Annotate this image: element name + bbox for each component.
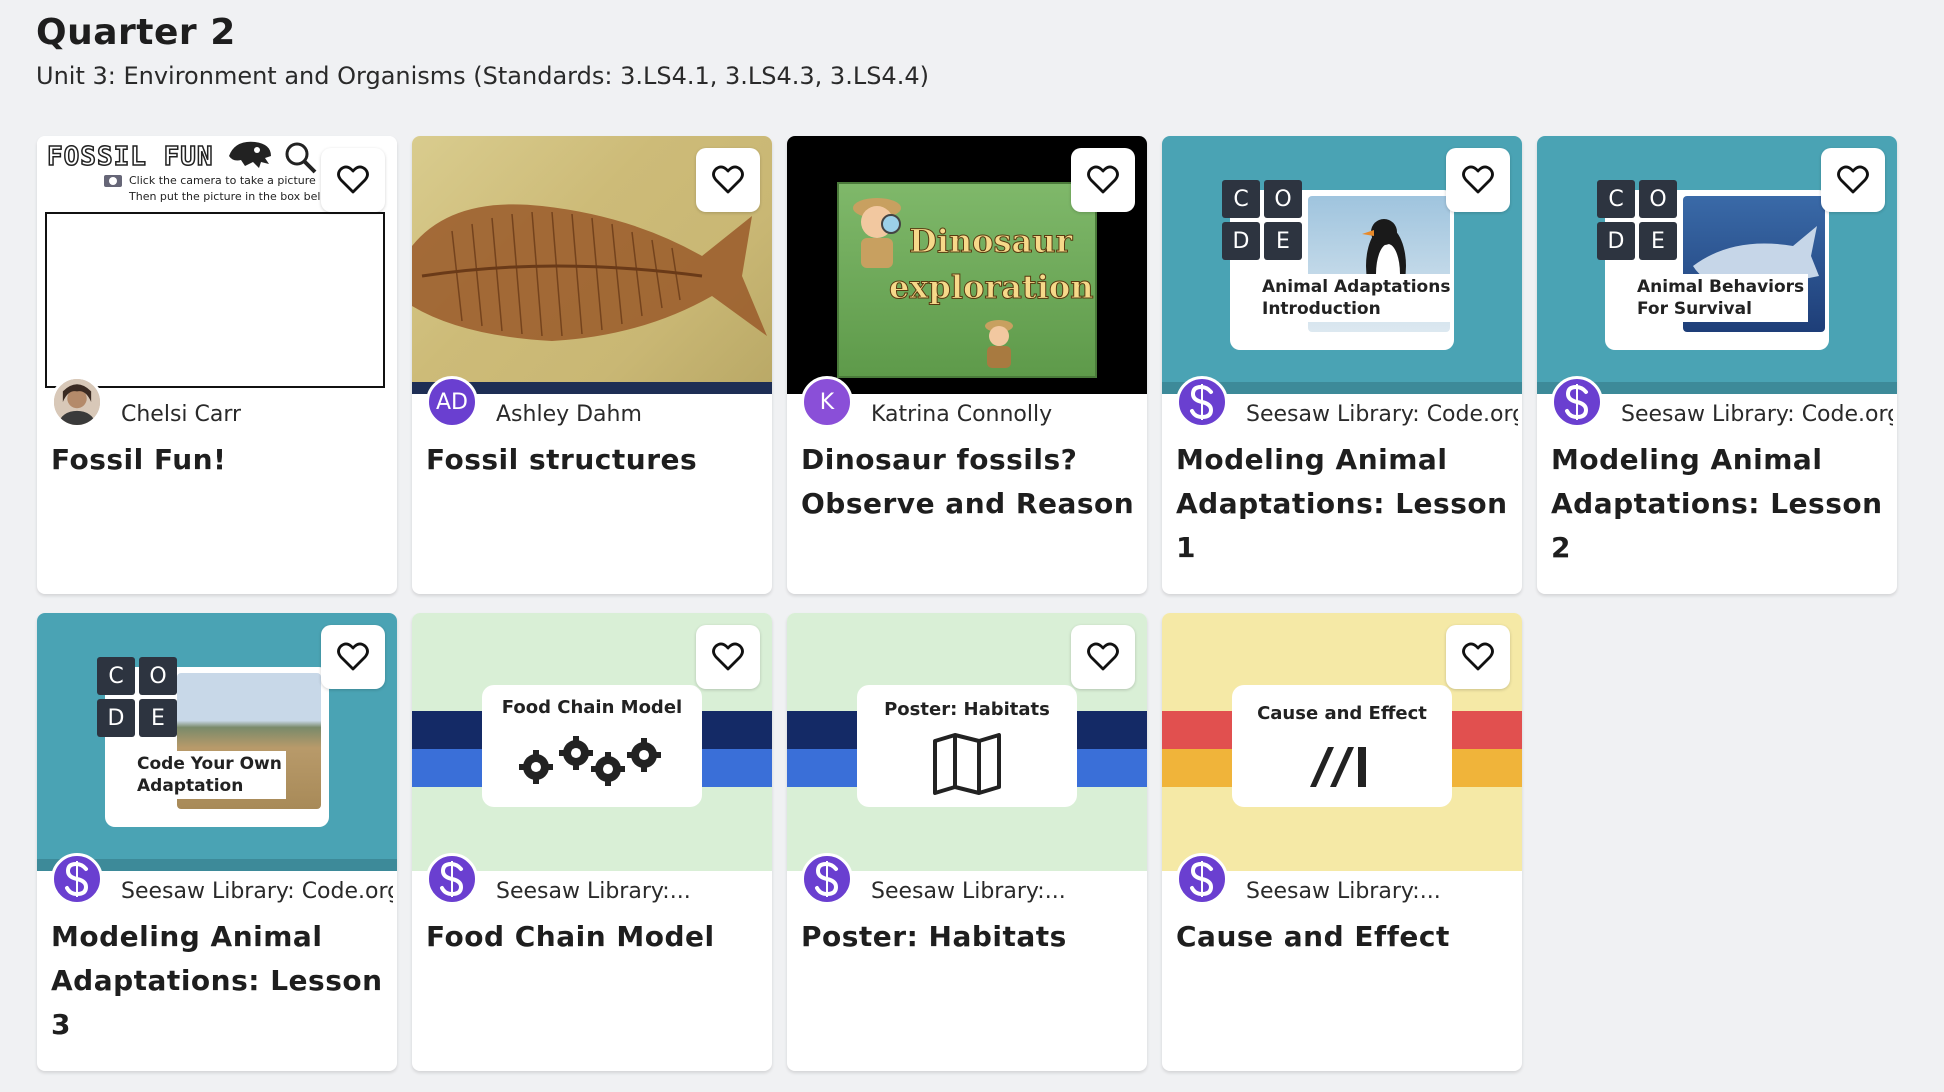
avatar: AD [426,376,478,428]
magnifier-icon [285,142,317,174]
heart-outline-icon [1087,642,1119,671]
activity-card[interactable]: C O D E Animal Behaviors For Survival Se… [1537,136,1897,594]
heart-outline-icon [712,165,744,194]
camera-icon [104,175,122,187]
favorite-button[interactable] [1071,625,1135,689]
avatar [1551,376,1603,428]
seesaw-s-icon [65,861,89,897]
card-title[interactable]: Modeling Animal Adaptations: Lesson 3 [51,915,387,1047]
seesaw-s-icon [440,861,464,897]
favorite-button[interactable] [696,625,760,689]
code-logo: C O D E [1597,180,1677,260]
thumb-instruction: Click the camera to take a picture [129,174,316,187]
card-author: Katrina Connolly [871,402,1053,427]
card-author: Ashley Dahm [496,402,642,427]
activity-card[interactable]: Dinosaur exploration K Katrina Connolly … [787,136,1147,594]
code-logo: C O D E [1222,180,1302,260]
favorite-button[interactable] [321,625,385,689]
card-author: Seesaw Library:... [1246,879,1441,904]
seesaw-s-icon [1565,384,1589,420]
favorite-button[interactable] [1446,148,1510,212]
card-title[interactable]: Fossil Fun! [51,438,387,482]
card-title[interactable]: Modeling Animal Adaptations: Lesson 1 [1176,438,1512,570]
code-logo: C O D E [97,657,177,737]
thumb-line: exploration [888,268,1094,307]
activity-card[interactable]: Food Chain Model Seesaw Library:... Food… [412,613,772,1071]
avatar [1176,376,1228,428]
card-author: Seesaw Library:... [496,879,691,904]
folded-map-icon [933,733,1001,795]
favorite-button[interactable] [321,148,385,212]
activity-card[interactable]: Poster: Habitats Seesaw Library:... Post… [787,613,1147,1071]
heart-outline-icon [1462,165,1494,194]
thumb-caption: Animal Behaviors For Survival [1633,274,1809,322]
avatar [1176,853,1228,905]
activity-card[interactable]: C O D E Code Your Own Adaptation Seesaw … [37,613,397,1071]
photo-drop-box [45,212,385,388]
avatar [51,853,103,905]
avatar-initials: AD [436,389,468,415]
unit-subtitle: Unit 3: Environment and Organisms (Stand… [36,62,929,90]
heart-outline-icon [337,165,369,194]
thumb-caption: Food Chain Model [501,697,683,718]
favorite-button[interactable] [696,148,760,212]
thumb-caption: Cause and Effect [1257,703,1427,724]
avatar [426,853,478,905]
heart-outline-icon [1837,165,1869,194]
activity-card[interactable]: AD Ashley Dahm Fossil structures [412,136,772,594]
favorite-button[interactable] [1821,148,1885,212]
card-title[interactable]: Cause and Effect [1176,915,1512,959]
page-title: Quarter 2 [36,12,236,53]
slash-bars-icon [1310,747,1366,787]
thumb-caption: Code Your Own Adaptation [133,751,286,799]
heart-outline-icon [712,642,744,671]
avatar [51,376,103,428]
card-title[interactable]: Dinosaur fossils? Observe and Reason [801,438,1137,526]
avatar: K [801,376,853,428]
card-title[interactable]: Modeling Animal Adaptations: Lesson 2 [1551,438,1887,570]
card-title[interactable]: Food Chain Model [426,915,762,959]
card-title[interactable]: Fossil structures [426,438,762,482]
thumb-heading: FOSSIL FUN [46,141,214,173]
favorite-button[interactable] [1446,625,1510,689]
thumb-caption: Animal Adaptations Introduction [1258,274,1455,322]
heart-outline-icon [337,642,369,671]
dinosaur-skull-icon [229,141,271,168]
thumb-caption: Poster: Habitats [884,699,1050,720]
card-author: Seesaw Library: Code.org [1621,402,1893,427]
seesaw-s-icon [1190,384,1214,420]
thumb-line: Dinosaur [908,222,1073,261]
activity-card[interactable]: C O D E Animal Adaptations Introduction … [1162,136,1522,594]
gears-icon [519,736,661,786]
card-author: Seesaw Library:... [871,879,1066,904]
card-title[interactable]: Poster: Habitats [801,915,1137,959]
seesaw-s-icon [815,861,839,897]
heart-outline-icon [1087,165,1119,194]
avatar [801,853,853,905]
seesaw-s-icon [1190,861,1214,897]
card-author: Seesaw Library: Code.org [1246,402,1518,427]
thumb-instruction: Then put the picture in the box bel [129,190,321,203]
activity-card[interactable]: FOSSIL FUN Click the camera to take a pi… [37,136,397,594]
card-author: Seesaw Library: Code.org [121,879,393,904]
heart-outline-icon [1462,642,1494,671]
thumb-slide: Dinosaur exploration [837,182,1097,378]
explorer-small-icon [985,320,1013,368]
activity-card[interactable]: Cause and Effect Seesaw Library:... Caus… [1162,613,1522,1071]
avatar-initials: K [819,389,835,415]
explorer-character-icon [853,198,901,268]
card-author: Chelsi Carr [121,402,242,427]
favorite-button[interactable] [1071,148,1135,212]
user-photo-icon [54,379,100,425]
